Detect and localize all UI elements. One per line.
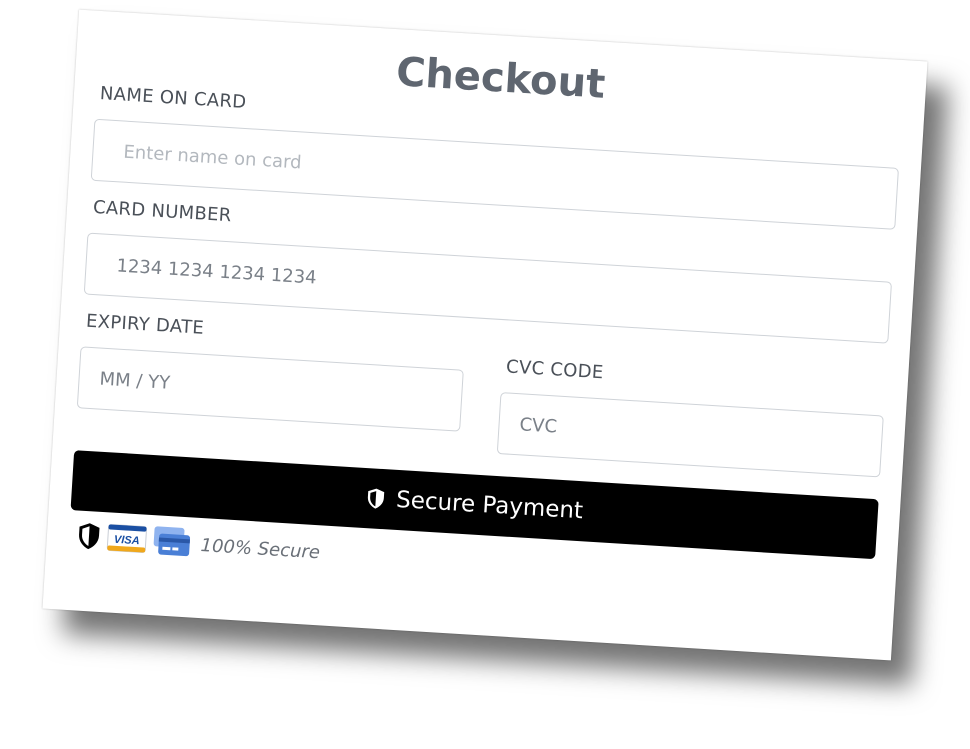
cvc-label: CVC CODE	[505, 356, 605, 384]
checkout-card: Checkout NAME ON CARD Enter name on card…	[42, 9, 928, 661]
visa-card-icon: VISA	[106, 523, 148, 557]
expiry-placeholder: MM / YY	[98, 368, 171, 394]
expiry-input[interactable]: MM / YY	[76, 346, 464, 432]
shield-icon	[76, 521, 102, 554]
svg-text:VISA: VISA	[114, 534, 140, 548]
cvc-input[interactable]: CVC	[496, 392, 884, 478]
expiry-label: EXPIRY DATE	[85, 310, 205, 339]
shield-icon	[366, 487, 387, 510]
cvc-placeholder: CVC	[518, 413, 558, 438]
name-placeholder: Enter name on card	[122, 141, 303, 173]
stage: Checkout NAME ON CARD Enter name on card…	[0, 0, 970, 749]
expiry-column: EXPIRY DATE MM / YY	[75, 310, 466, 467]
card-number-placeholder: 1234 1234 1234 1234	[115, 254, 318, 289]
credit-card-icon	[152, 525, 192, 561]
cvc-column: CVC CODE CVC	[496, 336, 887, 493]
secure-payment-label: Secure Payment	[395, 486, 584, 525]
secure-text: 100% Secure	[200, 534, 321, 563]
